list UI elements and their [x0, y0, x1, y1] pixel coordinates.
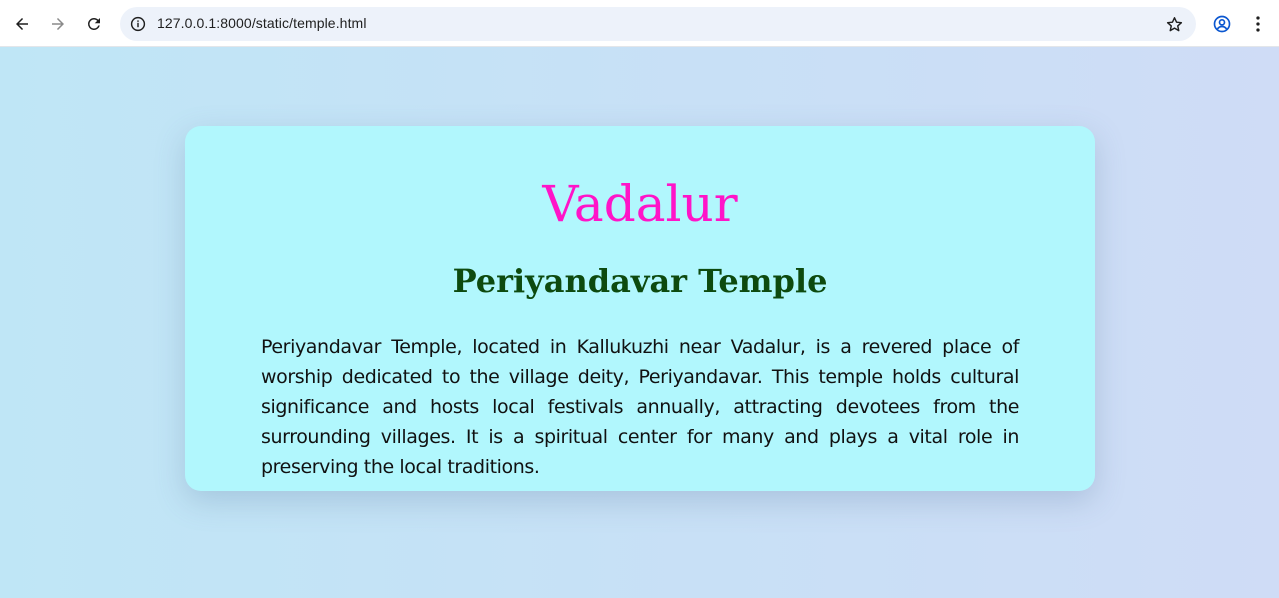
place-title: Vadalur [542, 175, 738, 233]
arrow-left-icon [16, 18, 28, 30]
browser-toolbar: 127.0.0.1:8000/static/temple.html [0, 0, 1279, 47]
url-text[interactable]: 127.0.0.1:8000/static/temple.html [157, 15, 367, 31]
kebab-menu-icon[interactable] [1248, 12, 1268, 36]
address-bar[interactable]: 127.0.0.1:8000/static/temple.html [120, 7, 1196, 41]
reload-icon [87, 17, 100, 30]
temple-card: Vadalur Periyandavar Temple Periyandavar… [185, 126, 1095, 491]
forward-button[interactable] [42, 8, 74, 40]
profile-icon[interactable] [1210, 12, 1234, 36]
back-button[interactable] [6, 8, 38, 40]
arrow-right-icon [52, 18, 64, 30]
star-icon[interactable] [1164, 14, 1184, 34]
reload-button[interactable] [78, 8, 110, 40]
temple-title: Periyandavar Temple [452, 262, 828, 300]
temple-description: Periyandavar Temple, located in Kallukuz… [261, 336, 1019, 478]
info-icon[interactable] [129, 15, 147, 33]
page-viewport: Vadalur Periyandavar Temple Periyandavar… [0, 47, 1279, 598]
